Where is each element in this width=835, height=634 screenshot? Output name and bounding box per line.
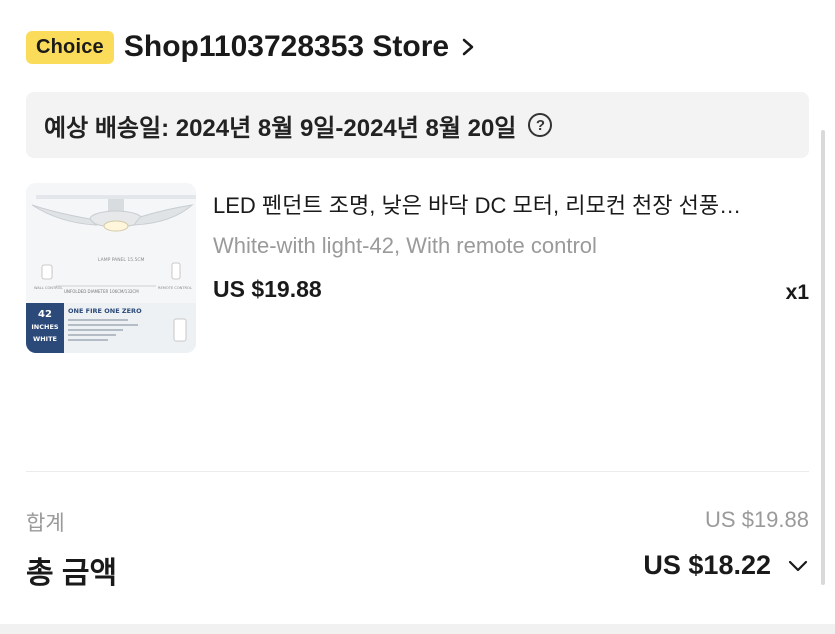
remote-control-label: REMOTE CONTROL [158, 286, 192, 290]
size-badge-color: WHITE [33, 335, 57, 343]
total-amount-toggle[interactable]: US $18.22 [643, 550, 809, 581]
product-quantity: x1 [785, 281, 809, 304]
ceiling-fan-illustration: LAMP PANEL 15.5CM WALL CONTROL REMOTE CO… [26, 183, 196, 353]
subtotal-label: 합계 [26, 512, 65, 535]
order-summary-page: Choice Shop1103728353 Store 예상 배송일: 2024… [0, 0, 835, 634]
product-price: US $19.88 [213, 276, 322, 302]
chevron-right-icon [462, 38, 474, 56]
subtotal-value: US $19.88 [705, 507, 809, 532]
wall-control-label: WALL CONTROL [34, 286, 63, 290]
store-name: Shop1103728353 Store [123, 30, 450, 63]
total-value: US $18.22 [643, 550, 771, 580]
choice-badge: Choice [26, 30, 114, 64]
help-icon[interactable]: ? [528, 113, 553, 137]
chevron-down-icon[interactable] [787, 559, 809, 573]
lamp-panel-label: LAMP PANEL 15.5CM [98, 257, 145, 263]
divider [26, 471, 809, 472]
store-name-link[interactable]: Shop1103728353 Store [124, 30, 475, 64]
product-image[interactable]: LAMP PANEL 15.5CM WALL CONTROL REMOTE CO… [26, 183, 196, 353]
delivery-estimate-text: 예상 배송일: 2024년 8월 9일-2024년 8월 20일 [44, 114, 517, 142]
bottom-divider-strip [0, 624, 835, 634]
size-badge-unit: INCHES [31, 323, 59, 331]
brand-label: ONE FIRE ONE ZERO [68, 307, 142, 315]
delivery-estimate-banner: 예상 배송일: 2024년 8월 9일-2024년 8월 20일 ? [26, 92, 809, 158]
product-variant: White-with light-42, With remote control [213, 233, 597, 258]
diameter-label: UNFOLDED DIAMETER 106CM/132CM [64, 289, 139, 294]
scrollbar[interactable] [821, 130, 825, 585]
size-badge-number: 42 [38, 309, 52, 320]
store-header[interactable]: Choice Shop1103728353 Store [26, 22, 475, 72]
product-title[interactable]: LED 펜던트 조명, 낮은 바닥 DC 모터, 리모컨 천장 선풍… [213, 188, 803, 220]
total-label: 총 금액 [26, 557, 118, 590]
